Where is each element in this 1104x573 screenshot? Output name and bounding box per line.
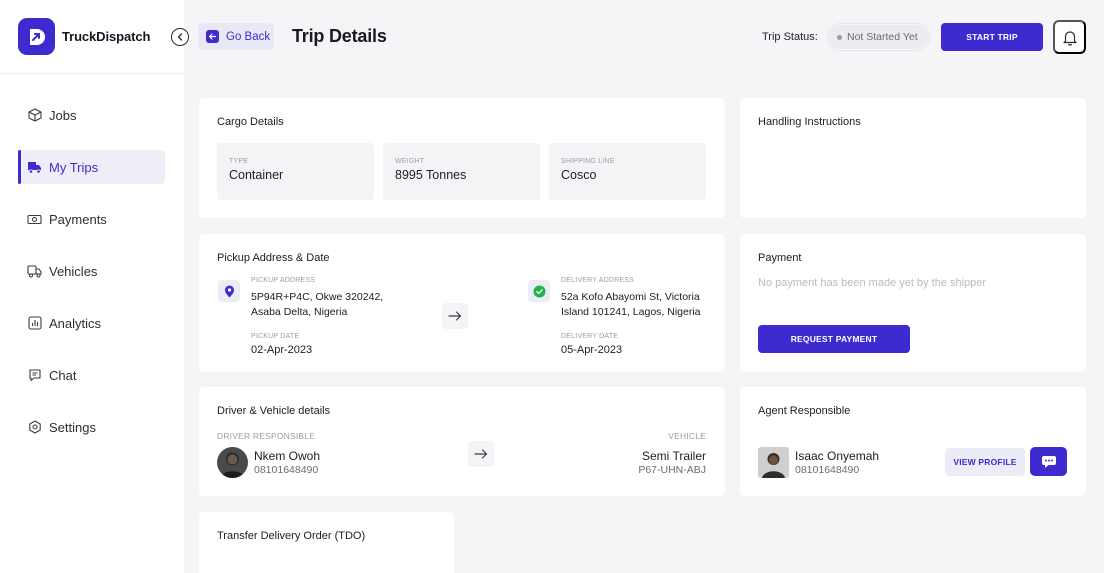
driver-phone: 08101648490 (254, 464, 319, 476)
sidebar-item-chat[interactable]: Chat (18, 358, 165, 392)
delivery-date-label: DELIVERY DATE (561, 333, 619, 340)
sidebar-item-label: Analytics (49, 315, 102, 331)
payment-note: No payment has been made yet by the ship… (758, 277, 987, 289)
driver-responsible-label: DRIVER RESPONSIBLE (217, 431, 316, 441)
go-back-label: Go Back (226, 30, 271, 43)
sidebar-nav: Jobs My Trips Payments Vehicles Analytic… (18, 98, 165, 462)
sidebar-divider (0, 73, 184, 74)
page-title: Trip Details (292, 26, 387, 46)
go-back-button[interactable]: Go Back (198, 23, 274, 50)
card-title: Payment (758, 252, 802, 264)
sidebar-item-settings[interactable]: Settings (18, 410, 165, 444)
card-title: Transfer Delivery Order (TDO) (217, 530, 366, 542)
vehicle-type: Semi Trailer (641, 449, 706, 463)
payment-card: Payment No payment has been made yet by … (740, 234, 1086, 372)
status-dot-icon (837, 34, 842, 40)
sidebar: TruckDispatch Jobs My Trips Payments Veh… (0, 0, 184, 573)
delivery-address-line1: 52a Kofo Abayomi St, Victoria (561, 291, 700, 303)
brand-name: TruckDispatch (62, 29, 151, 44)
trip-status-label: Trip Status: (762, 31, 818, 43)
arrow-left-icon (206, 30, 219, 43)
start-trip-button[interactable]: START TRIP (941, 23, 1043, 51)
cargo-weight-value: 8995 Tonnes (395, 168, 467, 182)
tdo-card: Transfer Delivery Order (TDO) (199, 512, 454, 573)
driver-vehicle-card: Driver & Vehicle details DRIVER RESPONSI… (199, 387, 725, 496)
brand-logo-icon (18, 18, 55, 55)
arrow-right-icon (468, 441, 494, 467)
sidebar-item-payments[interactable]: Payments (18, 202, 165, 236)
card-title: Agent Responsible (758, 405, 851, 417)
gear-icon (27, 420, 42, 435)
sidebar-item-label: Payments (49, 211, 107, 227)
sidebar-item-label: Jobs (49, 107, 77, 123)
notifications-button[interactable] (1053, 20, 1086, 54)
box-icon (27, 108, 42, 123)
cargo-type-tile: TYPE Container (217, 143, 374, 200)
location-pin-icon (218, 280, 240, 302)
delivery-address-line2: Island 101241, Lagos, Nigeria (561, 306, 701, 318)
view-profile-button[interactable]: VIEW PROFILE (945, 448, 1025, 476)
truck-icon (27, 160, 42, 175)
chat-agent-button[interactable] (1030, 447, 1067, 476)
status-badge-text: Not Started Yet (847, 31, 918, 43)
chart-icon (27, 316, 42, 331)
sidebar-item-label: My Trips (49, 159, 99, 175)
card-title: Driver & Vehicle details (217, 405, 331, 417)
pickup-address-line1: 5P94R+P4C, Okwe 320242, (251, 291, 384, 303)
sidebar-item-vehicles[interactable]: Vehicles (18, 254, 165, 288)
agent-name: Isaac Onyemah (795, 449, 880, 463)
arrow-right-icon (442, 303, 468, 329)
brand[interactable]: TruckDispatch (18, 18, 150, 55)
cargo-weight-tile: WEIGHT 8995 Tonnes (383, 143, 540, 200)
agent-card: Agent Responsible Isaac Onyemah 08101648… (740, 387, 1086, 496)
card-title: Pickup Address & Date (217, 252, 330, 264)
handling-instructions-card: Handling Instructions (740, 98, 1086, 218)
cargo-type-label: TYPE (229, 158, 249, 165)
driver-name: Nkem Owoh (254, 449, 321, 463)
chat-icon (27, 368, 42, 383)
vehicle-label: VEHICLE (668, 431, 706, 441)
cargo-weight-label: WEIGHT (395, 158, 425, 165)
sidebar-item-label: Settings (49, 419, 96, 435)
delivery-address-label: DELIVERY ADDRESS (561, 277, 634, 284)
sidebar-item-my-trips[interactable]: My Trips (18, 150, 165, 184)
chevron-left-icon (177, 33, 183, 41)
sidebar-item-label: Vehicles (49, 263, 98, 279)
delivery-date: 05-Apr-2023 (561, 344, 623, 356)
card-title: Cargo Details (217, 116, 284, 128)
bell-icon (1062, 30, 1077, 46)
driver-avatar (217, 447, 248, 478)
sidebar-item-analytics[interactable]: Analytics (18, 306, 165, 340)
vehicle-icon (27, 264, 42, 279)
cargo-details-card: Cargo Details TYPE Container WEIGHT 8995… (199, 98, 725, 218)
pickup-date: 02-Apr-2023 (251, 344, 313, 356)
pickup-address-line2: Asaba Delta, Nigeria (251, 306, 348, 318)
sidebar-item-label: Chat (49, 367, 77, 383)
shipping-line-tile: SHIPPING LINE Cosco (549, 143, 706, 200)
request-payment-button[interactable]: REQUEST PAYMENT (758, 325, 910, 353)
shipping-line-value: Cosco (561, 168, 597, 182)
pickup-date-label: PICKUP DATE (251, 333, 300, 340)
pickup-address-card: Pickup Address & Date PICKUP ADDRESS 5P9… (199, 234, 725, 372)
vehicle-plate: P67-UHN-ABJ (638, 464, 706, 476)
card-title: Handling Instructions (758, 116, 861, 128)
sidebar-item-jobs[interactable]: Jobs (18, 98, 165, 132)
check-shield-icon (528, 280, 550, 302)
chat-bubble-icon (1041, 455, 1056, 468)
money-icon (27, 212, 42, 227)
status-badge: Not Started Yet (828, 24, 929, 50)
agent-phone: 08101648490 (795, 464, 860, 476)
cargo-type-value: Container (229, 168, 284, 182)
pickup-address-label: PICKUP ADDRESS (251, 277, 316, 284)
shipping-line-label: SHIPPING LINE (561, 158, 615, 165)
collapse-sidebar-button[interactable] (171, 28, 189, 46)
agent-avatar (758, 447, 789, 478)
